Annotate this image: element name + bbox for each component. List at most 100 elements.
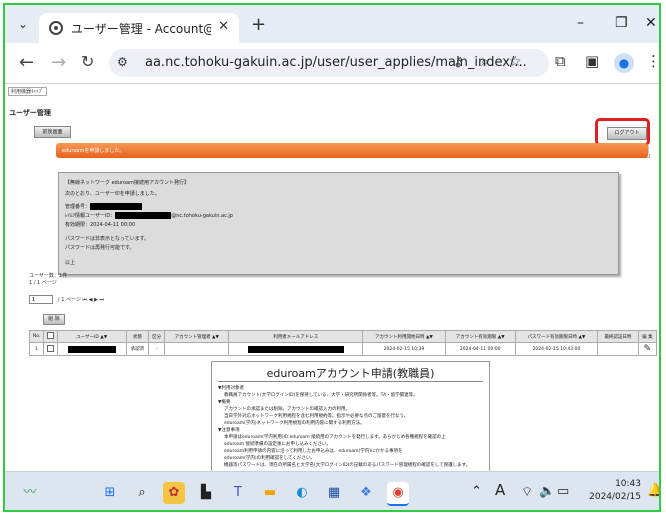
panel-line: ▼概要 bbox=[218, 400, 231, 405]
panel-line: 教職員アカウント(大学ログインID)を保持している、大学・研究所関係者等。TA・… bbox=[224, 393, 418, 398]
restore-icon[interactable]: ❐ bbox=[615, 15, 628, 31]
page-select[interactable]: 1 bbox=[29, 295, 53, 304]
file-explorer-icon[interactable]: ▬ bbox=[259, 482, 281, 504]
col-edit: 編 集 bbox=[637, 330, 658, 343]
edit-icon: ✎ bbox=[643, 344, 652, 354]
clock[interactable]: 10:43 2024/02/15 bbox=[567, 478, 641, 504]
ime-icon[interactable]: A bbox=[495, 481, 505, 499]
col-kubun: 区分 bbox=[148, 330, 166, 343]
panel-line: ▼注意事項 bbox=[218, 428, 240, 433]
col-start[interactable]: アカウント利用開始日時 ▲▼ bbox=[362, 330, 446, 343]
col-admin[interactable]: アカウント管理者 ▲▼ bbox=[164, 330, 230, 343]
cell-userid[interactable] bbox=[56, 342, 127, 356]
back-icon[interactable]: ← bbox=[19, 52, 34, 73]
chevron-up-icon[interactable]: ⌃ bbox=[471, 484, 482, 499]
extensions-icon[interactable]: ⧉ bbox=[555, 52, 566, 70]
profile-avatar-icon[interactable]: ● bbox=[614, 53, 634, 73]
panel-title: eduroamアカウント申請(教職員) bbox=[266, 367, 435, 380]
result-count: ユーザー数：1件 1 / 1 ページ bbox=[29, 273, 68, 286]
app-icon[interactable]: ❖ bbox=[355, 482, 377, 504]
panel-line: eduroam(学内)ネットワーク利用規程の利用内容に関する利用方法。 bbox=[224, 421, 365, 426]
cell-email bbox=[228, 342, 364, 356]
col-pw-expire[interactable]: パスワード有効期限日時 ▲▼ bbox=[514, 330, 599, 343]
notification-bell-icon[interactable]: 🔔 bbox=[647, 483, 659, 498]
col-check[interactable] bbox=[43, 330, 58, 343]
col-email: 利用者メールアドレス bbox=[228, 330, 364, 343]
new-tab-icon[interactable]: + bbox=[251, 14, 266, 35]
volume-icon[interactable]: 🔈 bbox=[539, 484, 555, 499]
message-line: パスワードは非表示となっています。 bbox=[65, 236, 150, 242]
site-favicon-icon bbox=[49, 21, 63, 35]
cell-pw-expire: 2024-02-15 10:43:00 bbox=[514, 342, 599, 356]
zoom-icon[interactable]: ⌕ bbox=[481, 54, 489, 70]
message-line: パスワードは再発行可能です。 bbox=[65, 245, 135, 251]
tab-title: ユーザー管理 - Account@Adapte bbox=[71, 22, 211, 36]
pager-controls[interactable]: / 1 ページ ⏮ ◀ ▶ ⏭ bbox=[58, 296, 104, 303]
menu-button[interactable]: 前後画面 bbox=[34, 126, 71, 138]
panel-line: ▼利用対象者 bbox=[218, 386, 244, 391]
web-page: 利用機器ｷｬｯﾌﾟ ユーザー管理 前後画面 ログアウト ☝ eduroamを申請… bbox=[5, 84, 659, 474]
row-checkbox bbox=[46, 344, 54, 352]
site-info-icon[interactable]: ⚙ bbox=[117, 55, 128, 69]
banner-text: eduroamを申請しました。 bbox=[62, 148, 125, 154]
copilot-icon[interactable]: ✿ bbox=[163, 482, 185, 504]
store-icon[interactable]: ▦ bbox=[323, 482, 345, 504]
clock-time: 10:43 bbox=[615, 479, 641, 489]
cell-start: 2024-02-15 10:39 bbox=[362, 342, 446, 356]
redacted-block bbox=[115, 212, 172, 219]
panel-line: アカウントの承認または削除。アカウントの確認入力の利用。 bbox=[224, 407, 350, 412]
teams-icon[interactable]: T bbox=[227, 482, 249, 504]
forward-icon[interactable]: → bbox=[51, 52, 66, 73]
side-panel-icon[interactable]: ▣ bbox=[585, 52, 599, 70]
edge-icon[interactable]: ◐ bbox=[291, 482, 313, 504]
address-bar[interactable]: ⚙ aa.nc.tohoku-gakuin.ac.jp/user/user_ap… bbox=[109, 49, 549, 77]
breadcrumb[interactable]: 利用機器ｷｬｯﾌﾟ bbox=[8, 87, 47, 96]
cell-check[interactable] bbox=[43, 342, 58, 356]
logout-highlight bbox=[595, 118, 650, 146]
search-icon[interactable]: ⌕ bbox=[131, 482, 153, 504]
chrome-icon[interactable]: ◉ bbox=[387, 482, 409, 506]
widgets-icon[interactable]: 〰 bbox=[19, 482, 41, 504]
password-key-icon[interactable]: ⚷ bbox=[453, 54, 463, 70]
table-header-row: No. ユーザーID ▲▼ 状態 区分 アカウント管理者 ▲▼ 利用者メールアド… bbox=[28, 330, 658, 343]
cell-admin bbox=[164, 342, 230, 356]
browser-toolbar: ← → ↻ ⚙ aa.nc.tohoku-gakuin.ac.jp/user/u… bbox=[5, 43, 659, 84]
browser-tab[interactable]: ユーザー管理 - Account@Adapte ✕ bbox=[39, 13, 239, 43]
panel-line: 当日学外対応ネットワーク利用規程を含む利用規約等。指示や必要な点のご留意を行なう… bbox=[224, 414, 409, 419]
bookmark-star-icon[interactable]: ☆ bbox=[509, 54, 522, 70]
col-userid[interactable]: ユーザーID ▲▼ bbox=[56, 330, 127, 343]
task-view-icon[interactable]: ▙ bbox=[195, 482, 217, 504]
cell-last-auth bbox=[597, 342, 639, 356]
table-row: 1 承認済 - 2024-02-15 10:39 2024-04-11 00:0… bbox=[28, 342, 658, 356]
chrome-menu-icon[interactable]: ⋮ bbox=[646, 52, 659, 70]
panel-line: eduroam 接続準備の設定後にお申し込みください。 bbox=[224, 442, 332, 447]
col-no: No. bbox=[28, 330, 45, 343]
close-tab-icon[interactable]: ✕ bbox=[218, 19, 229, 34]
message-line: 以上 bbox=[65, 260, 76, 266]
page-title: ユーザー管理 bbox=[9, 109, 51, 117]
screen-frame: ⌄ ユーザー管理 - Account@Adapte ✕ + – ❐ ✕ ← → … bbox=[3, 3, 661, 512]
redacted-block bbox=[67, 345, 116, 353]
wifi-icon[interactable]: ⌔ bbox=[521, 484, 533, 500]
cell-status: 承認済 bbox=[125, 342, 150, 356]
tab-search-icon[interactable]: ⌄ bbox=[15, 16, 31, 32]
select-all-checkbox bbox=[46, 332, 54, 339]
reload-icon[interactable]: ↻ bbox=[81, 52, 94, 71]
message-line: 【無線ネットワーク eduroam接続用アカウント発行】 bbox=[65, 180, 189, 186]
message-line: 管理番号： bbox=[65, 203, 143, 210]
url-text[interactable]: aa.nc.tohoku-gakuin.ac.jp/user/user_appl… bbox=[145, 55, 527, 70]
clock-date: 2024/02/15 bbox=[589, 492, 641, 502]
cell-kubun: - bbox=[148, 342, 166, 356]
minimize-icon[interactable]: – bbox=[577, 15, 584, 31]
delete-button[interactable]: 削 除 bbox=[43, 314, 65, 325]
panel-line: eduroam(学内)の利用確認をしてください。 bbox=[224, 456, 315, 461]
user-table: No. ユーザーID ▲▼ 状態 区分 アカウント管理者 ▲▼ 利用者メールアド… bbox=[28, 330, 658, 356]
cell-edit[interactable]: ✎ bbox=[637, 342, 658, 356]
panel-line: 本申請はeduroam(学内利用)の eduroam 接続用のアカウントを発行し… bbox=[224, 435, 446, 440]
message-line: 次のとおり、ユーザー印を申請しました。 bbox=[65, 191, 160, 197]
windows-start-icon[interactable]: ⊞ bbox=[99, 482, 121, 504]
message-box: 【無線ネットワーク eduroam接続用アカウント発行】 次のとおり、ユーザー印… bbox=[58, 172, 619, 275]
close-window-icon[interactable]: ✕ bbox=[645, 15, 657, 31]
cell-expire: 2024-04-11 00:00 bbox=[444, 342, 516, 356]
col-expire[interactable]: アカウント有効期限 ▲▼ bbox=[444, 330, 516, 343]
